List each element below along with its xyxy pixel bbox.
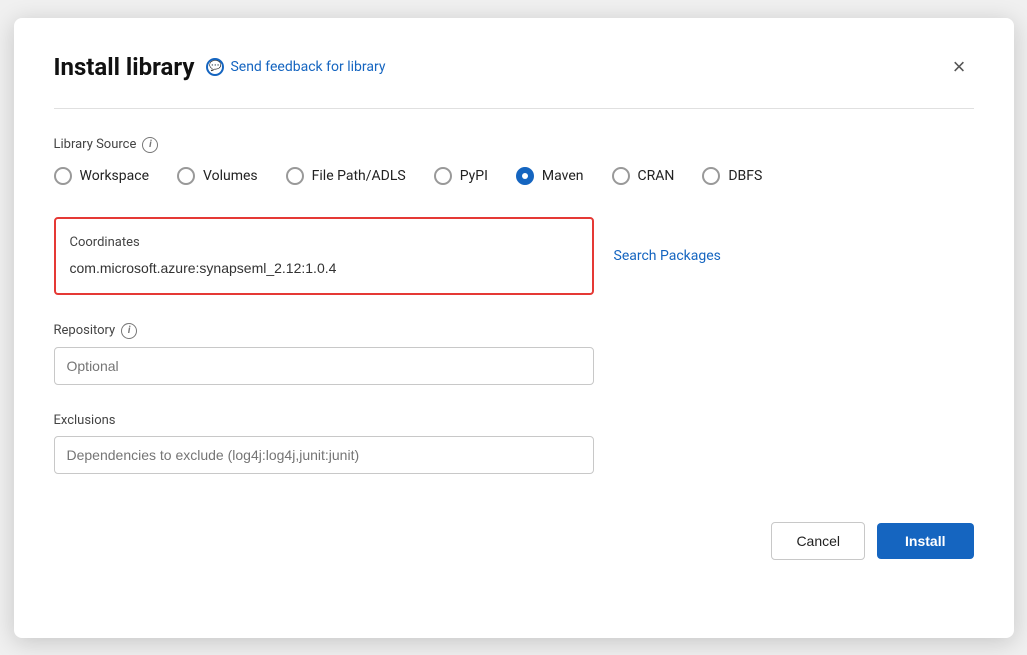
repository-label: Repository i [54, 323, 974, 339]
repository-section: Repository i [54, 323, 974, 385]
exclusions-section: Exclusions [54, 413, 974, 474]
feedback-link-text: Send feedback for library [230, 59, 385, 75]
exclusions-input[interactable] [54, 436, 594, 474]
library-source-label: Library Source i [54, 137, 974, 153]
radio-label-pypi: PyPI [460, 168, 488, 184]
radio-filepath[interactable]: File Path/ADLS [286, 167, 406, 185]
radio-pypi[interactable]: PyPI [434, 167, 488, 185]
library-source-radio-group: Workspace Volumes File Path/ADLS PyPI Ma… [54, 167, 974, 185]
radio-volumes[interactable]: Volumes [177, 167, 258, 185]
coordinates-box: Coordinates [54, 217, 594, 295]
cancel-button[interactable]: Cancel [771, 522, 865, 560]
radio-circle-maven [516, 167, 534, 185]
coordinates-section: Coordinates Search Packages [54, 217, 974, 295]
feedback-icon: 💬 [206, 58, 224, 76]
coordinates-row: Coordinates Search Packages [54, 217, 974, 295]
radio-label-filepath: File Path/ADLS [312, 168, 406, 184]
radio-label-dbfs: DBFS [728, 168, 762, 184]
radio-circle-filepath [286, 167, 304, 185]
radio-label-maven: Maven [542, 168, 584, 184]
close-button[interactable]: × [945, 50, 974, 84]
exclusions-label: Exclusions [54, 413, 974, 428]
radio-label-volumes: Volumes [203, 168, 258, 184]
radio-circle-volumes [177, 167, 195, 185]
feedback-link[interactable]: 💬 Send feedback for library [206, 58, 385, 76]
radio-dbfs[interactable]: DBFS [702, 167, 762, 185]
dialog-title: Install library [54, 53, 195, 81]
radio-circle-dbfs [702, 167, 720, 185]
dialog-footer: Cancel Install [54, 522, 974, 560]
radio-workspace[interactable]: Workspace [54, 167, 150, 185]
repository-input[interactable] [54, 347, 594, 385]
dialog-header: Install library 💬 Send feedback for libr… [54, 50, 974, 84]
radio-label-cran: CRAN [638, 168, 675, 184]
search-packages-link[interactable]: Search Packages [614, 248, 721, 264]
radio-circle-pypi [434, 167, 452, 185]
title-area: Install library 💬 Send feedback for libr… [54, 53, 386, 81]
radio-label-workspace: Workspace [80, 168, 150, 184]
install-library-dialog: Install library 💬 Send feedback for libr… [14, 18, 1014, 638]
coordinates-input[interactable] [70, 260, 578, 276]
library-source-info-icon: i [142, 137, 158, 153]
radio-cran[interactable]: CRAN [612, 167, 675, 185]
install-button[interactable]: Install [877, 523, 973, 559]
repository-info-icon: i [121, 323, 137, 339]
divider [54, 108, 974, 109]
radio-maven[interactable]: Maven [516, 167, 584, 185]
coordinates-label: Coordinates [70, 235, 578, 250]
radio-circle-workspace [54, 167, 72, 185]
radio-circle-cran [612, 167, 630, 185]
